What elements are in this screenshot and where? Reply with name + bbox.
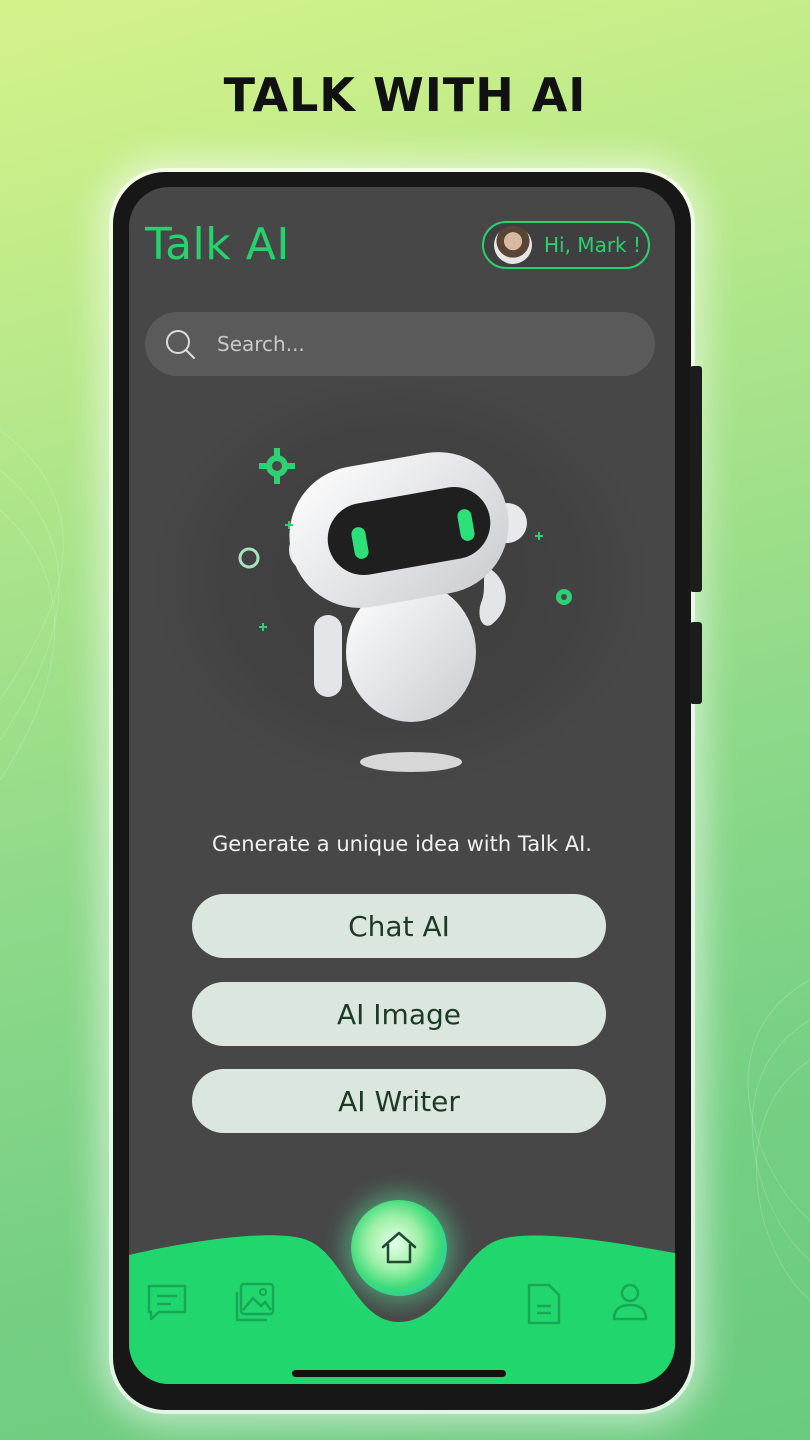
- user-icon: [612, 1283, 648, 1321]
- tagline: Generate a unique idea with Talk AI.: [212, 832, 592, 856]
- search-input[interactable]: [215, 331, 599, 357]
- search-icon: [166, 330, 195, 359]
- chat-ai-button[interactable]: Chat AI: [192, 894, 606, 958]
- ai-image-button[interactable]: AI Image: [192, 982, 606, 1046]
- nav-image[interactable]: [233, 1280, 277, 1324]
- app-screen: Talk AI Hi, Mark ! Search... Generate a …: [129, 187, 675, 1384]
- chat-icon: [147, 1284, 187, 1321]
- app-brand: Talk AI: [145, 219, 290, 270]
- phone-side-button-upper: [690, 366, 702, 592]
- robot-illustration: [151, 377, 651, 797]
- image-icon: [235, 1282, 275, 1322]
- nav-chat[interactable]: [145, 1280, 189, 1324]
- avatar: [494, 226, 532, 264]
- nav-document[interactable]: [521, 1282, 565, 1326]
- ai-writer-button[interactable]: AI Writer: [192, 1069, 606, 1133]
- profile-greeting[interactable]: Hi, Mark !: [482, 221, 650, 269]
- phone-side-button-lower: [690, 622, 702, 704]
- home-icon: [381, 1231, 417, 1264]
- nav-profile[interactable]: [608, 1279, 652, 1323]
- document-icon: [527, 1283, 561, 1325]
- search-bar[interactable]: [145, 312, 655, 376]
- home-indicator: [292, 1370, 506, 1377]
- headline: TALK WITH AI: [223, 68, 587, 122]
- greeting-text: Hi, Mark !: [544, 233, 642, 257]
- nav-home[interactable]: [351, 1200, 447, 1296]
